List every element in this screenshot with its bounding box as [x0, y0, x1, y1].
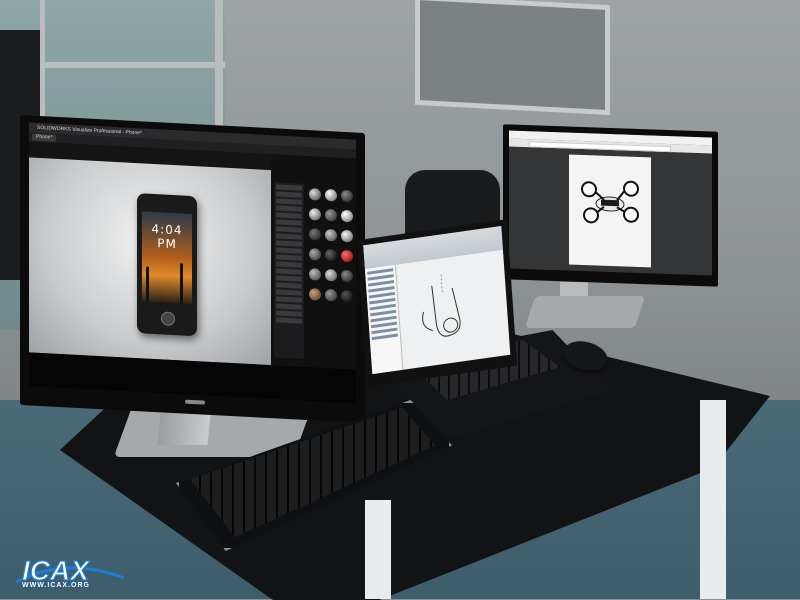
left-monitor: SOLIDWORKS Visualize Professional - Phon…	[20, 114, 365, 424]
material-swatch[interactable]	[325, 288, 337, 302]
material-swatch[interactable]	[309, 248, 321, 261]
drone-render	[581, 180, 639, 224]
phone-screen: 4:04 PM	[142, 211, 192, 304]
laptop-screen	[363, 225, 511, 375]
document-page	[569, 154, 651, 268]
material-swatch[interactable]	[309, 208, 321, 221]
desk-leg	[365, 500, 391, 599]
palm-tree	[180, 263, 183, 304]
feature-tree[interactable]	[364, 264, 404, 375]
render-viewport[interactable]: 4:04 PM	[29, 157, 271, 366]
material-swatch[interactable]	[325, 208, 337, 222]
material-swatch[interactable]	[309, 188, 321, 201]
material-swatch[interactable]	[325, 188, 337, 202]
material-swatch[interactable]	[325, 228, 337, 242]
phone-clock: 4:04 PM	[151, 221, 183, 252]
phone-home-button	[161, 311, 175, 327]
material-swatch[interactable]	[341, 209, 353, 223]
material-swatch[interactable]	[341, 189, 353, 203]
monitor-logo	[185, 399, 205, 405]
desk-leg	[700, 400, 726, 599]
material-swatch[interactable]	[341, 289, 353, 303]
material-swatch[interactable]	[325, 268, 337, 282]
document-tab[interactable]: Phone*	[32, 133, 57, 142]
right-monitor	[503, 124, 718, 287]
material-swatch[interactable]	[341, 229, 353, 243]
cad-sketch[interactable]	[400, 258, 496, 360]
palette-panel	[271, 154, 356, 370]
right-monitor-base	[524, 296, 646, 328]
material-swatch[interactable]	[309, 288, 321, 301]
watermark-url: WWW.ICAX.ORG	[22, 582, 90, 589]
material-swatch[interactable]	[309, 268, 321, 281]
whiteboard	[415, 0, 610, 116]
material-swatch[interactable]	[325, 248, 337, 262]
material-swatch[interactable]	[309, 228, 321, 241]
material-swatch[interactable]	[341, 249, 353, 263]
right-monitor-screen	[509, 130, 712, 276]
appearance-tree[interactable]	[274, 182, 304, 359]
material-swatch[interactable]	[341, 269, 353, 283]
phone-model: 4:04 PM	[137, 193, 197, 337]
left-monitor-screen: SOLIDWORKS Visualize Professional - Phon…	[29, 122, 356, 404]
laptop	[356, 219, 518, 387]
material-swatches[interactable]	[307, 184, 355, 362]
palm-tree	[146, 266, 149, 302]
